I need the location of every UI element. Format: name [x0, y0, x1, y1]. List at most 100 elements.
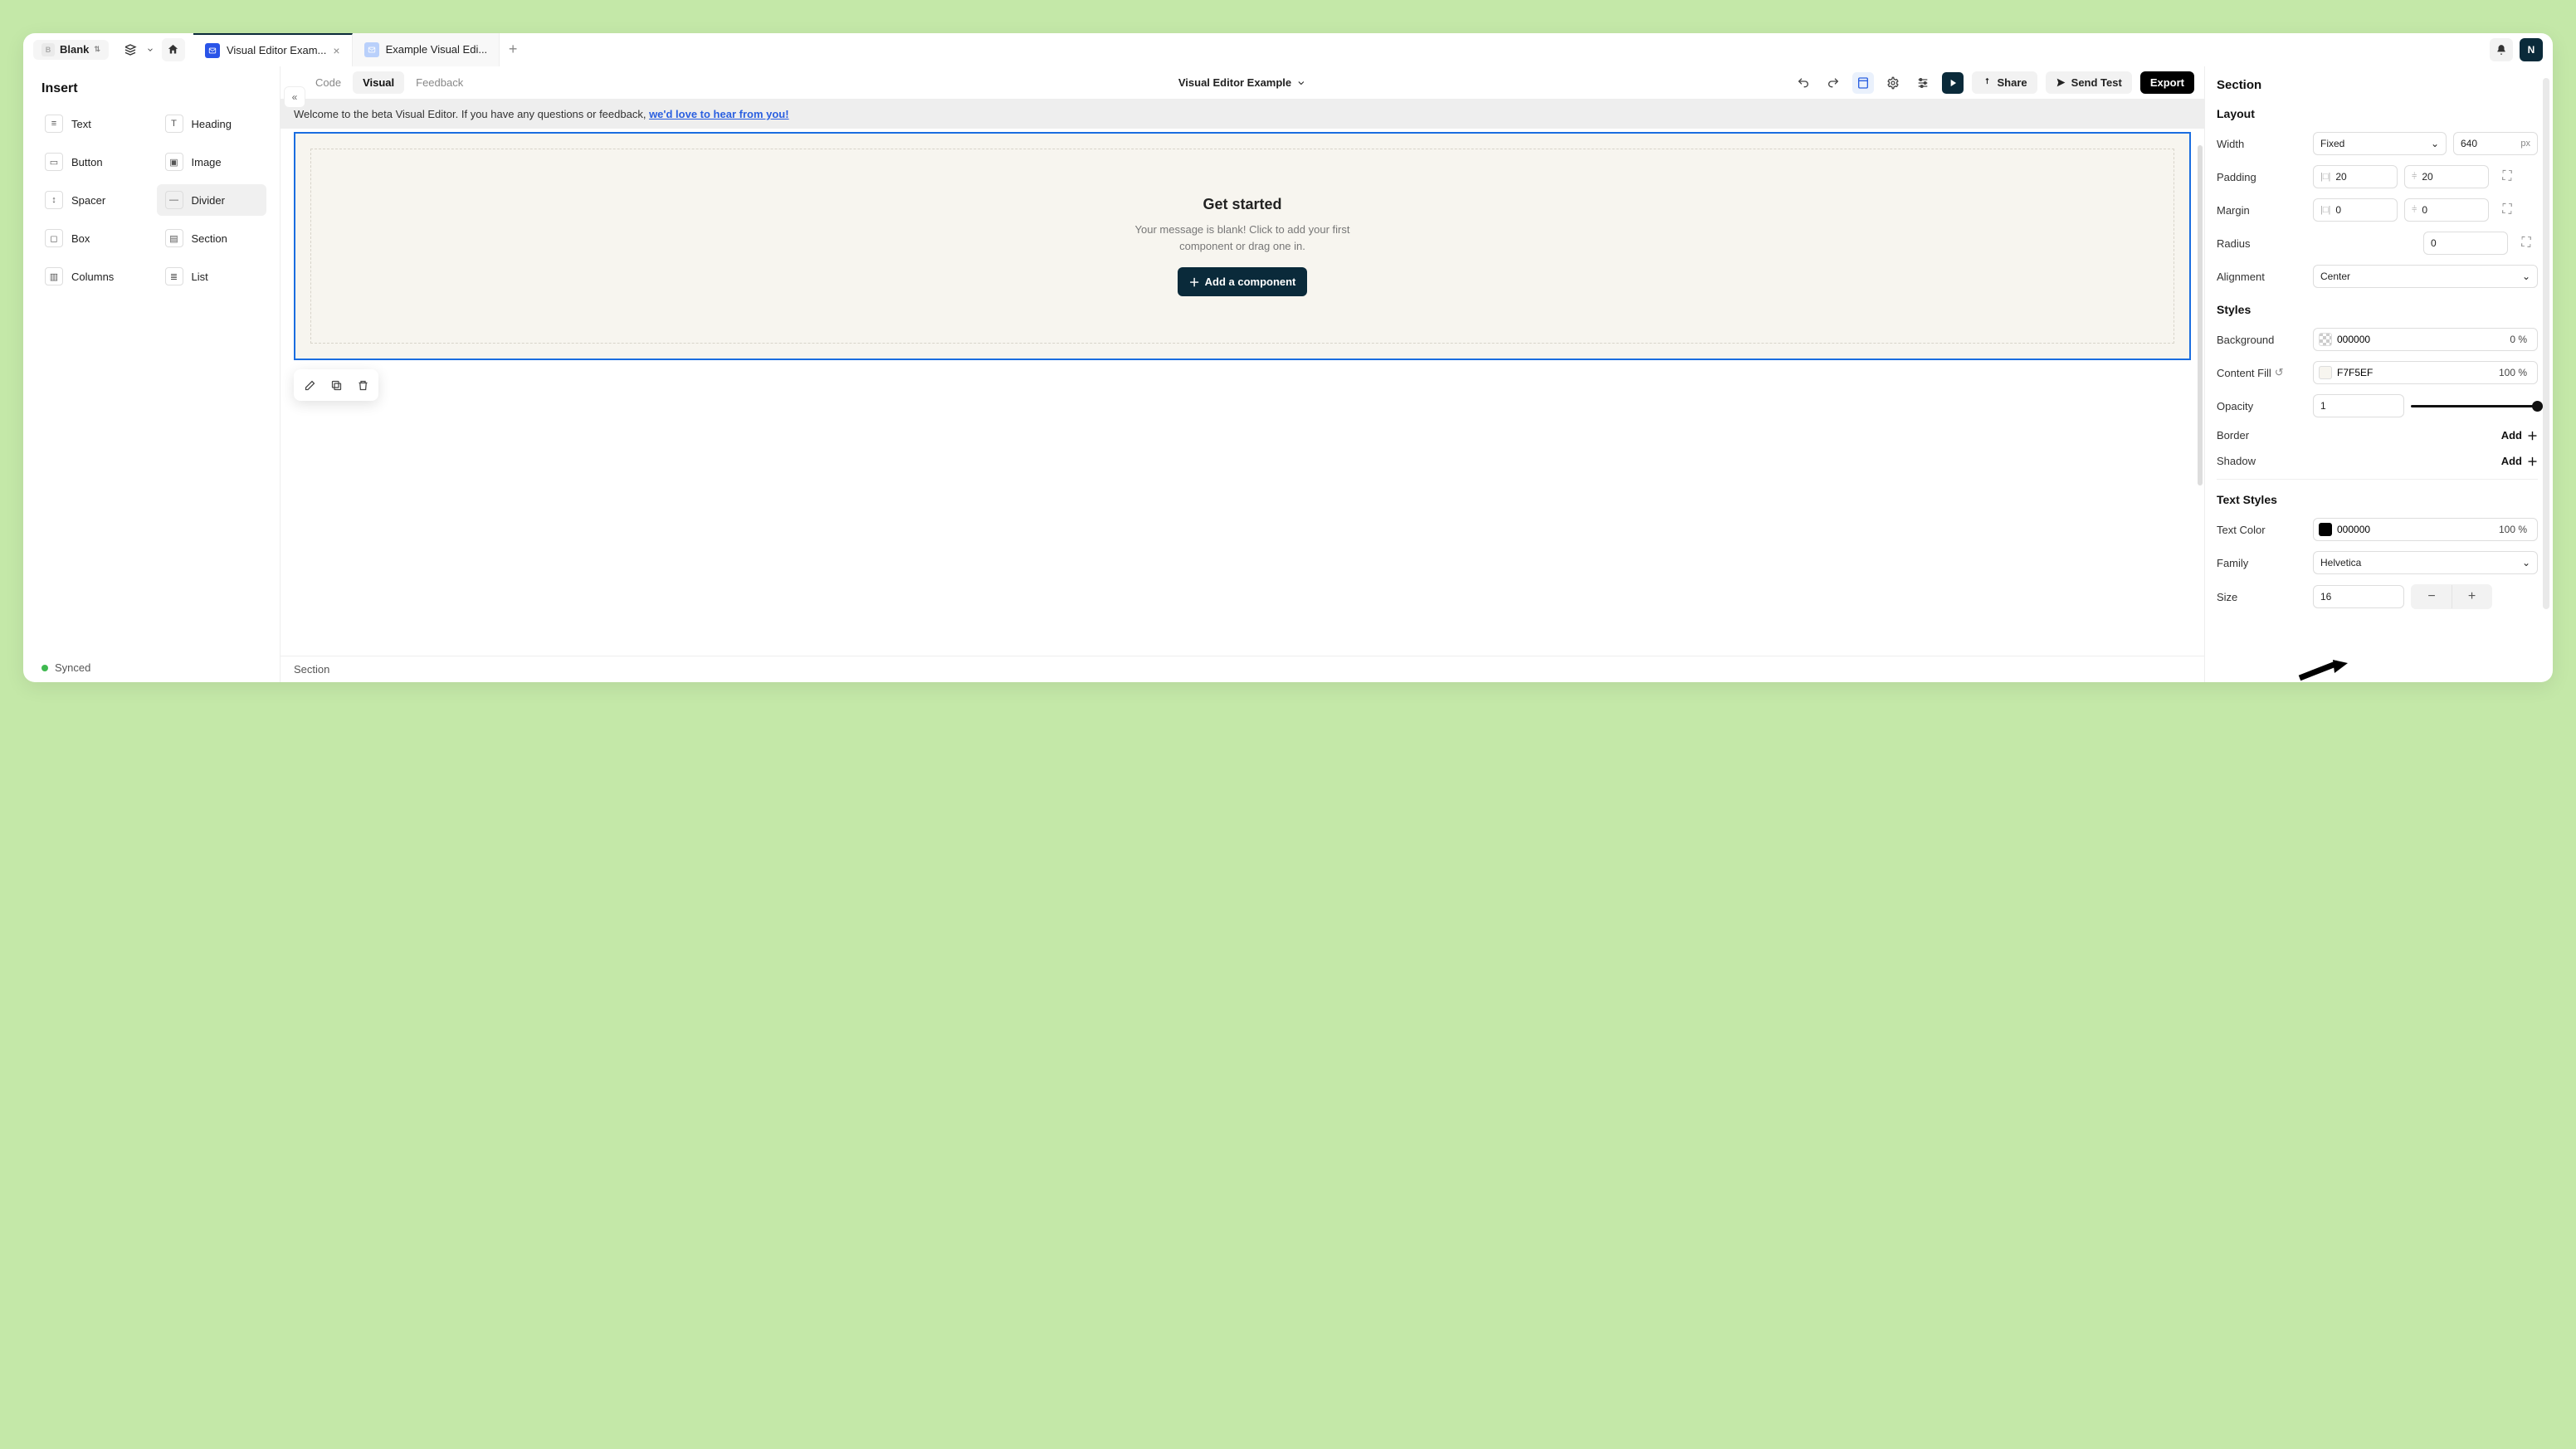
chevron-down-icon: ⌄ — [2522, 557, 2530, 568]
insert-list[interactable]: ≣List — [157, 261, 267, 292]
background-color-input[interactable]: 000000 0 % — [2313, 328, 2538, 351]
add-shadow-button[interactable]: Add＋ — [2501, 453, 2538, 469]
tab-label: Visual Editor Exam... — [227, 44, 326, 56]
row-padding: Padding |□|20 ⫩20 ⛶ — [2217, 165, 2538, 188]
chevron-down-icon[interactable] — [144, 38, 157, 61]
padding-h-input[interactable]: |□|20 — [2313, 165, 2398, 188]
insert-section[interactable]: ▤Section — [157, 222, 267, 254]
canvas-scrollbar[interactable] — [2198, 145, 2203, 485]
insert-text[interactable]: ≡Text — [37, 108, 147, 139]
increase-button[interactable]: + — [2452, 585, 2491, 608]
margin-h-input[interactable]: |□|0 — [2313, 198, 2398, 222]
chevron-down-icon — [1296, 78, 1306, 88]
edit-icon[interactable] — [297, 373, 322, 398]
inspector-title: Section — [2217, 78, 2538, 92]
share-button[interactable]: Share — [1972, 71, 2037, 94]
row-opacity: Opacity 1 — [2217, 394, 2538, 417]
alignment-select[interactable]: Center⌄ — [2313, 265, 2538, 288]
font-size-input[interactable]: 16 — [2313, 585, 2404, 608]
project-badge: B — [41, 43, 55, 56]
tab-example-visual-editor[interactable]: Example Visual Edi... — [353, 33, 500, 66]
tab-label: Example Visual Edi... — [386, 43, 488, 56]
reset-icon[interactable]: ↺ — [2275, 366, 2284, 379]
plus-icon: ＋ — [2527, 453, 2538, 469]
swatch-cream-icon — [2319, 366, 2332, 379]
margin-v-input[interactable]: ⫩0 — [2404, 198, 2489, 222]
delete-icon[interactable] — [350, 373, 375, 398]
send-test-button[interactable]: Send Test — [2046, 71, 2132, 94]
swatch-black-icon — [2319, 523, 2332, 536]
device-icon[interactable] — [1852, 72, 1874, 94]
insert-title: Insert — [41, 81, 261, 96]
insert-heading[interactable]: THeading — [157, 108, 267, 139]
insert-box[interactable]: ◻Box — [37, 222, 147, 254]
add-border-button[interactable]: Add＋ — [2501, 427, 2538, 443]
seg-visual[interactable]: Visual — [353, 71, 404, 94]
width-value-input[interactable]: 640px — [2453, 132, 2538, 155]
blank-message: Your message is blank! Click to add your… — [1118, 222, 1367, 254]
opacity-slider[interactable] — [2411, 405, 2538, 407]
expand-margin-icon[interactable]: ⛶ — [2496, 198, 2519, 222]
close-icon[interactable]: × — [333, 44, 339, 57]
font-family-select[interactable]: Helvetica⌄ — [2313, 551, 2538, 574]
divider — [2217, 479, 2538, 480]
selected-section[interactable]: Get started Your message is blank! Click… — [294, 132, 2191, 360]
insert-columns[interactable]: ▥Columns — [37, 261, 147, 292]
doc-title[interactable]: Visual Editor Example — [1178, 76, 1306, 89]
radius-input[interactable]: 0 — [2423, 232, 2508, 255]
avatar[interactable]: N — [2520, 38, 2543, 61]
home-button[interactable] — [162, 38, 185, 61]
inspector-scrollbar[interactable] — [2543, 78, 2549, 609]
export-button[interactable]: Export — [2140, 71, 2194, 94]
sync-status: Synced — [41, 661, 90, 674]
undo-icon[interactable] — [1793, 72, 1814, 94]
redo-icon[interactable] — [1822, 72, 1844, 94]
insert-divider[interactable]: —Divider — [157, 184, 267, 216]
seg-feedback[interactable]: Feedback — [406, 71, 473, 94]
insert-image[interactable]: ▣Image — [157, 146, 267, 178]
image-icon: ▣ — [165, 153, 183, 171]
project-picker[interactable]: B Blank ⇅ — [33, 40, 109, 60]
settings-icon[interactable] — [1882, 72, 1904, 94]
dropzone[interactable]: Get started Your message is blank! Click… — [310, 149, 2174, 344]
tab-visual-editor-example[interactable]: Visual Editor Exam... × — [193, 33, 353, 66]
chevron-updown-icon: ⇅ — [94, 45, 100, 54]
sliders-icon[interactable] — [1912, 72, 1934, 94]
text-color-input[interactable]: 000000 100 % — [2313, 518, 2538, 541]
padding-v-input[interactable]: ⫩20 — [2404, 165, 2489, 188]
row-width: Width Fixed⌄ 640px — [2217, 132, 2538, 155]
expand-padding-icon[interactable]: ⛶ — [2496, 165, 2519, 188]
annotation-arrow-icon — [2298, 660, 2348, 682]
add-tab-button[interactable]: + — [500, 33, 526, 66]
add-component-button[interactable]: ＋ Add a component — [1178, 267, 1308, 296]
feedback-link[interactable]: we'd love to hear from you! — [649, 108, 789, 120]
decrease-button[interactable]: − — [2412, 585, 2452, 608]
project-name: Blank — [60, 43, 89, 56]
padh-icon: |□| — [2320, 172, 2330, 182]
expand-radius-icon[interactable]: ⛶ — [2515, 232, 2538, 255]
marv-icon: ⫩ — [2412, 205, 2417, 216]
inspector-panel: Section Layout Width Fixed⌄ 640px Paddin… — [2204, 66, 2553, 682]
view-mode-segment: Code Visual Feedback — [305, 71, 473, 94]
opacity-input[interactable]: 1 — [2313, 394, 2404, 417]
duplicate-icon[interactable] — [324, 373, 349, 398]
layers-icon[interactable] — [119, 38, 142, 61]
insert-grid: ≡Text THeading ▭Button ▣Image ↕Spacer —D… — [37, 108, 266, 292]
insert-spacer[interactable]: ↕Spacer — [37, 184, 147, 216]
body: Insert ≡Text THeading ▭Button ▣Image ↕Sp… — [23, 66, 2553, 682]
styles-heading: Styles — [2217, 303, 2538, 316]
mail-icon — [364, 42, 379, 57]
notifications-icon[interactable] — [2490, 38, 2513, 61]
row-border: Border Add＋ — [2217, 427, 2538, 443]
content-fill-color-input[interactable]: F7F5EF 100 % — [2313, 361, 2538, 384]
slider-thumb-icon — [2532, 401, 2543, 412]
seg-code[interactable]: Code — [305, 71, 351, 94]
header-right: Share Send Test Export — [1793, 71, 2194, 94]
status-dot-icon — [41, 665, 48, 671]
divider-icon: — — [165, 191, 183, 209]
collapse-left-icon[interactable]: « — [284, 86, 305, 108]
play-icon[interactable] — [1942, 72, 1964, 94]
width-mode-select[interactable]: Fixed⌄ — [2313, 132, 2447, 155]
insert-button[interactable]: ▭Button — [37, 146, 147, 178]
center-panel: « Code Visual Feedback Visual Editor Exa… — [281, 66, 2204, 682]
